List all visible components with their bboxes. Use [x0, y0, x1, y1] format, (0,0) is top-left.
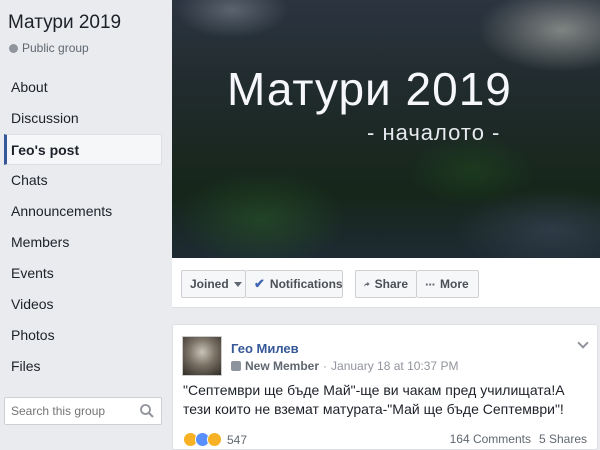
post-text: "Септември ще бъде Май"-ще ви чакам пред… — [183, 382, 565, 417]
nav-geo-post[interactable]: Гео's post — [4, 134, 162, 165]
cover-subtitle: - началото - — [367, 120, 501, 145]
nav-announcements[interactable]: Announcements — [4, 196, 162, 227]
shares-count[interactable]: 5 Shares — [539, 432, 587, 446]
nav-members[interactable]: Members — [4, 227, 162, 258]
group-nav: About Discussion Гео's post Chats Announ… — [4, 72, 162, 382]
share-arrow-icon — [364, 281, 370, 287]
post-stats: 164 Comments 5 Shares — [450, 432, 587, 446]
nav-discussion[interactable]: Discussion — [4, 103, 162, 134]
post-timestamp[interactable]: January 18 at 10:37 PM — [331, 359, 458, 373]
nav-about[interactable]: About — [4, 72, 162, 103]
notifications-button[interactable]: ✔ Notifications — [246, 270, 343, 298]
joined-label: Joined — [190, 277, 229, 291]
pinned-post: Гео Милев New Member · January 18 at 10:… — [172, 324, 598, 450]
cover-photo[interactable]: Матури 2019 - началото - — [172, 0, 600, 258]
post-meta: New Member · January 18 at 10:37 PM — [231, 359, 458, 373]
nav-chats[interactable]: Chats — [4, 165, 162, 196]
notifications-label: Notifications — [269, 277, 343, 291]
nav-events[interactable]: Events — [4, 258, 162, 289]
more-button[interactable]: ··· More — [417, 270, 479, 298]
group-search — [4, 397, 162, 425]
reactions-count: 547 — [227, 432, 248, 447]
share-label: Share — [374, 277, 408, 291]
joined-button[interactable]: Joined — [181, 270, 246, 298]
nav-files[interactable]: Files — [4, 351, 162, 382]
comments-count[interactable]: 164 Comments — [450, 432, 531, 446]
group-privacy-label: Public group — [22, 41, 89, 55]
meta-separator: · — [323, 359, 328, 373]
search-icon[interactable] — [139, 403, 155, 419]
left-sidebar: Матури 2019 Public group About Discussio… — [0, 0, 172, 450]
nav-videos[interactable]: Videos — [4, 289, 162, 320]
sad-reaction-icon — [207, 432, 222, 447]
nav-photos[interactable]: Photos — [4, 320, 162, 351]
ellipsis-icon: ··· — [425, 276, 436, 292]
reactions-summary[interactable]: 547 — [183, 432, 247, 447]
globe-icon — [9, 43, 18, 53]
group-action-bar: Joined ✔ Notifications Share ··· More — [172, 258, 600, 308]
search-input[interactable] — [5, 398, 133, 424]
cover-title: Матури 2019 — [227, 63, 512, 115]
group-privacy: Public group — [9, 41, 89, 55]
caret-down-icon — [233, 281, 242, 287]
checkmark-icon: ✔ — [254, 276, 265, 291]
avatar[interactable] — [182, 336, 222, 376]
more-label: More — [440, 277, 469, 291]
share-button[interactable]: Share — [355, 270, 417, 298]
new-member-badge: New Member — [245, 359, 320, 373]
group-title[interactable]: Матури 2019 — [8, 12, 121, 34]
post-author[interactable]: Гео Милев — [231, 341, 299, 356]
post-options-chevron-icon[interactable] — [577, 337, 589, 349]
new-member-icon — [231, 361, 241, 371]
